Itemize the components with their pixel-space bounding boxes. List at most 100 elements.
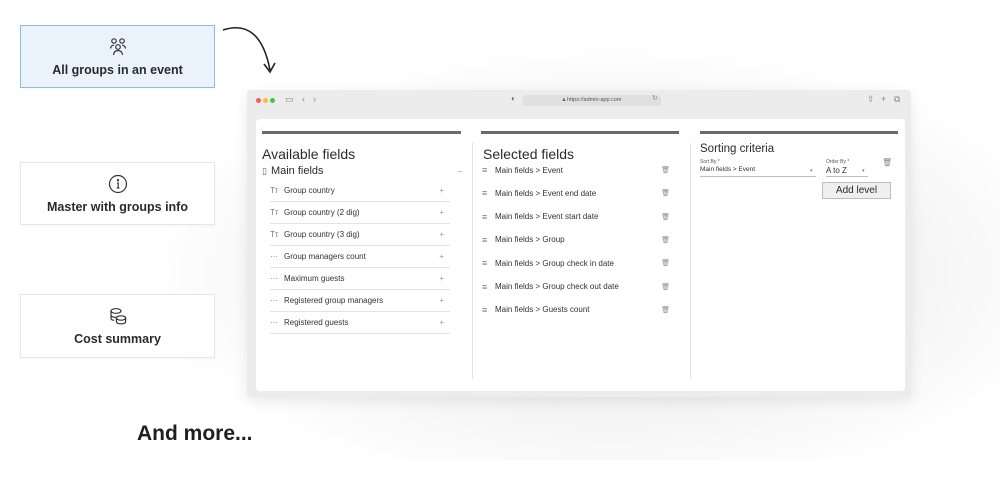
- chevron-down-icon[interactable]: ▾: [862, 168, 865, 174]
- available-field-item[interactable]: Tт Group country (2 dig) +: [270, 202, 450, 224]
- available-field-item[interactable]: ··· Registered group managers +: [270, 290, 450, 312]
- address-bar[interactable]: 🔒︎ https://admin-app.com: [523, 95, 661, 106]
- delete-level-icon[interactable]: 🗑︎: [882, 158, 892, 167]
- browser-toolbar: ▭ ‹ › ◐ 🔒︎ https://admin-app.com ↻ ⇪ + ⧉: [247, 90, 911, 112]
- sidebar-icon[interactable]: ▭: [285, 94, 294, 105]
- sort-by-underline: [700, 176, 816, 177]
- new-tab-icon[interactable]: +: [881, 94, 886, 104]
- drag-handle-icon[interactable]: ≡: [482, 188, 495, 198]
- chevron-down-icon[interactable]: ▾: [810, 168, 813, 174]
- drag-handle-icon[interactable]: ≡: [482, 305, 495, 315]
- remove-field-icon[interactable]: 🗑︎: [661, 283, 670, 291]
- available-field-item[interactable]: ··· Group managers count +: [270, 246, 450, 268]
- drag-handle-icon[interactable]: ≡: [482, 258, 495, 268]
- number-type-icon: ···: [270, 296, 278, 305]
- field-label: Main fields > Event start date: [495, 212, 599, 222]
- sort-by-select[interactable]: Main fields > Event: [700, 166, 755, 173]
- column-header-bar: [262, 131, 461, 134]
- maximize-window-dot[interactable]: [270, 98, 275, 103]
- sorting-criteria-title: Sorting criteria: [700, 143, 775, 155]
- collapse-icon[interactable]: –: [458, 167, 462, 176]
- add-field-icon[interactable]: +: [439, 186, 444, 195]
- back-icon[interactable]: ‹: [302, 94, 305, 104]
- remove-field-icon[interactable]: 🗑︎: [661, 259, 670, 267]
- selected-fields-column: Selected fields ≡ Main fields > Event 🗑︎ ≡ M…: [475, 119, 691, 381]
- drag-handle-icon[interactable]: ≡: [482, 282, 495, 292]
- field-label: Registered group managers: [284, 296, 384, 305]
- column-divider: [472, 143, 473, 379]
- card-label: All groups in an event: [52, 62, 183, 77]
- selected-field-item[interactable]: ≡ Main fields > Group check in date 🗑︎: [482, 256, 674, 270]
- close-window-dot[interactable]: [256, 98, 261, 103]
- add-field-icon[interactable]: +: [439, 318, 444, 327]
- drag-handle-icon[interactable]: ≡: [482, 165, 495, 175]
- browser-window: ▭ ‹ › ◐ 🔒︎ https://admin-app.com ↻ ⇪ + ⧉…: [247, 90, 911, 397]
- field-label: Group country: [284, 186, 335, 195]
- remove-field-icon[interactable]: 🗑︎: [661, 306, 670, 314]
- url-text: https://admin-app.com: [567, 97, 622, 103]
- selected-fields-title: Selected fields: [483, 146, 575, 162]
- drag-handle-icon[interactable]: ≡: [482, 235, 495, 245]
- sorting-criteria-column: Sorting criteria Sort By * Main fields >…: [694, 119, 904, 381]
- add-field-icon[interactable]: +: [439, 208, 444, 217]
- selected-field-item[interactable]: ≡ Main fields > Event 🗑︎: [482, 163, 674, 177]
- order-by-select[interactable]: A to Z: [826, 166, 847, 175]
- number-type-icon: ···: [270, 252, 278, 261]
- reload-icon[interactable]: ↻: [652, 94, 658, 102]
- card-cost-summary[interactable]: Cost summary: [20, 294, 215, 358]
- field-label: Group country (3 dig): [284, 230, 360, 239]
- field-label: Registered guests: [284, 318, 349, 327]
- field-label: Main fields > Group: [495, 235, 565, 245]
- available-field-item[interactable]: ··· Maximum guests +: [270, 268, 450, 290]
- order-by-label: Order By *: [826, 159, 850, 165]
- report-builder: Available fields ▯ Main fields – Tт Group…: [256, 119, 905, 391]
- column-header-bar: [700, 131, 898, 134]
- selected-field-item[interactable]: ≡ Main fields > Event start date 🗑︎: [482, 210, 674, 224]
- add-field-icon[interactable]: +: [439, 274, 444, 283]
- available-field-item[interactable]: Tт Group country (3 dig) +: [270, 224, 450, 246]
- add-level-button[interactable]: Add level: [822, 182, 891, 199]
- text-type-icon: Tт: [270, 186, 279, 195]
- available-field-item[interactable]: ··· Registered guests +: [270, 312, 450, 334]
- forward-icon[interactable]: ›: [313, 94, 316, 104]
- selected-field-item[interactable]: ≡ Main fields > Guests count 🗑︎: [482, 303, 674, 317]
- card-label: Master with groups info: [47, 199, 188, 214]
- drag-handle-icon[interactable]: ≡: [482, 212, 495, 222]
- column-header-bar: [481, 131, 679, 134]
- number-type-icon: ···: [270, 274, 278, 283]
- available-fields-title: Available fields: [262, 146, 356, 162]
- selected-field-item[interactable]: ≡ Main fields > Group check out date 🗑︎: [482, 280, 674, 294]
- text-type-icon: Tт: [270, 208, 279, 217]
- sort-by-label: Sort By *: [700, 159, 720, 165]
- add-field-icon[interactable]: +: [439, 252, 444, 261]
- selected-field-item[interactable]: ≡ Main fields > Group 🗑︎: [482, 233, 674, 247]
- number-type-icon: ···: [270, 318, 278, 327]
- share-icon[interactable]: ⇪: [867, 94, 875, 105]
- card-all-groups[interactable]: All groups in an event: [20, 25, 215, 88]
- selected-field-item[interactable]: ≡ Main fields > Event end date 🗑︎: [482, 186, 674, 200]
- remove-field-icon[interactable]: 🗑︎: [661, 189, 670, 197]
- remove-field-icon[interactable]: 🗑︎: [661, 236, 670, 244]
- remove-field-icon[interactable]: 🗑︎: [661, 213, 670, 221]
- card-master-groups-info[interactable]: Master with groups info: [20, 162, 215, 225]
- field-label: Group managers count: [284, 252, 366, 261]
- field-label: Group country (2 dig): [284, 208, 360, 217]
- available-field-item[interactable]: Tт Group country +: [270, 180, 450, 202]
- field-label: Main fields > Group check in date: [495, 258, 614, 268]
- card-label: Cost summary: [74, 332, 161, 346]
- coins-stack-icon: [108, 306, 128, 326]
- document-icon: ▯: [262, 165, 267, 176]
- add-field-icon[interactable]: +: [439, 230, 444, 239]
- add-field-icon[interactable]: +: [439, 296, 444, 305]
- main-fields-group[interactable]: ▯ Main fields –: [262, 165, 462, 177]
- minimize-window-dot[interactable]: [263, 98, 268, 103]
- users-group-icon: [107, 37, 129, 57]
- tabs-overview-icon[interactable]: ⧉: [894, 94, 900, 105]
- lock-icon: 🔒︎: [562, 97, 566, 103]
- remove-field-icon[interactable]: 🗑︎: [661, 166, 670, 174]
- column-divider: [690, 143, 691, 379]
- text-type-icon: Tт: [270, 230, 279, 239]
- info-icon: [108, 174, 128, 194]
- privacy-shield-icon[interactable]: ◐: [511, 94, 516, 103]
- curved-arrow-icon: [222, 26, 276, 74]
